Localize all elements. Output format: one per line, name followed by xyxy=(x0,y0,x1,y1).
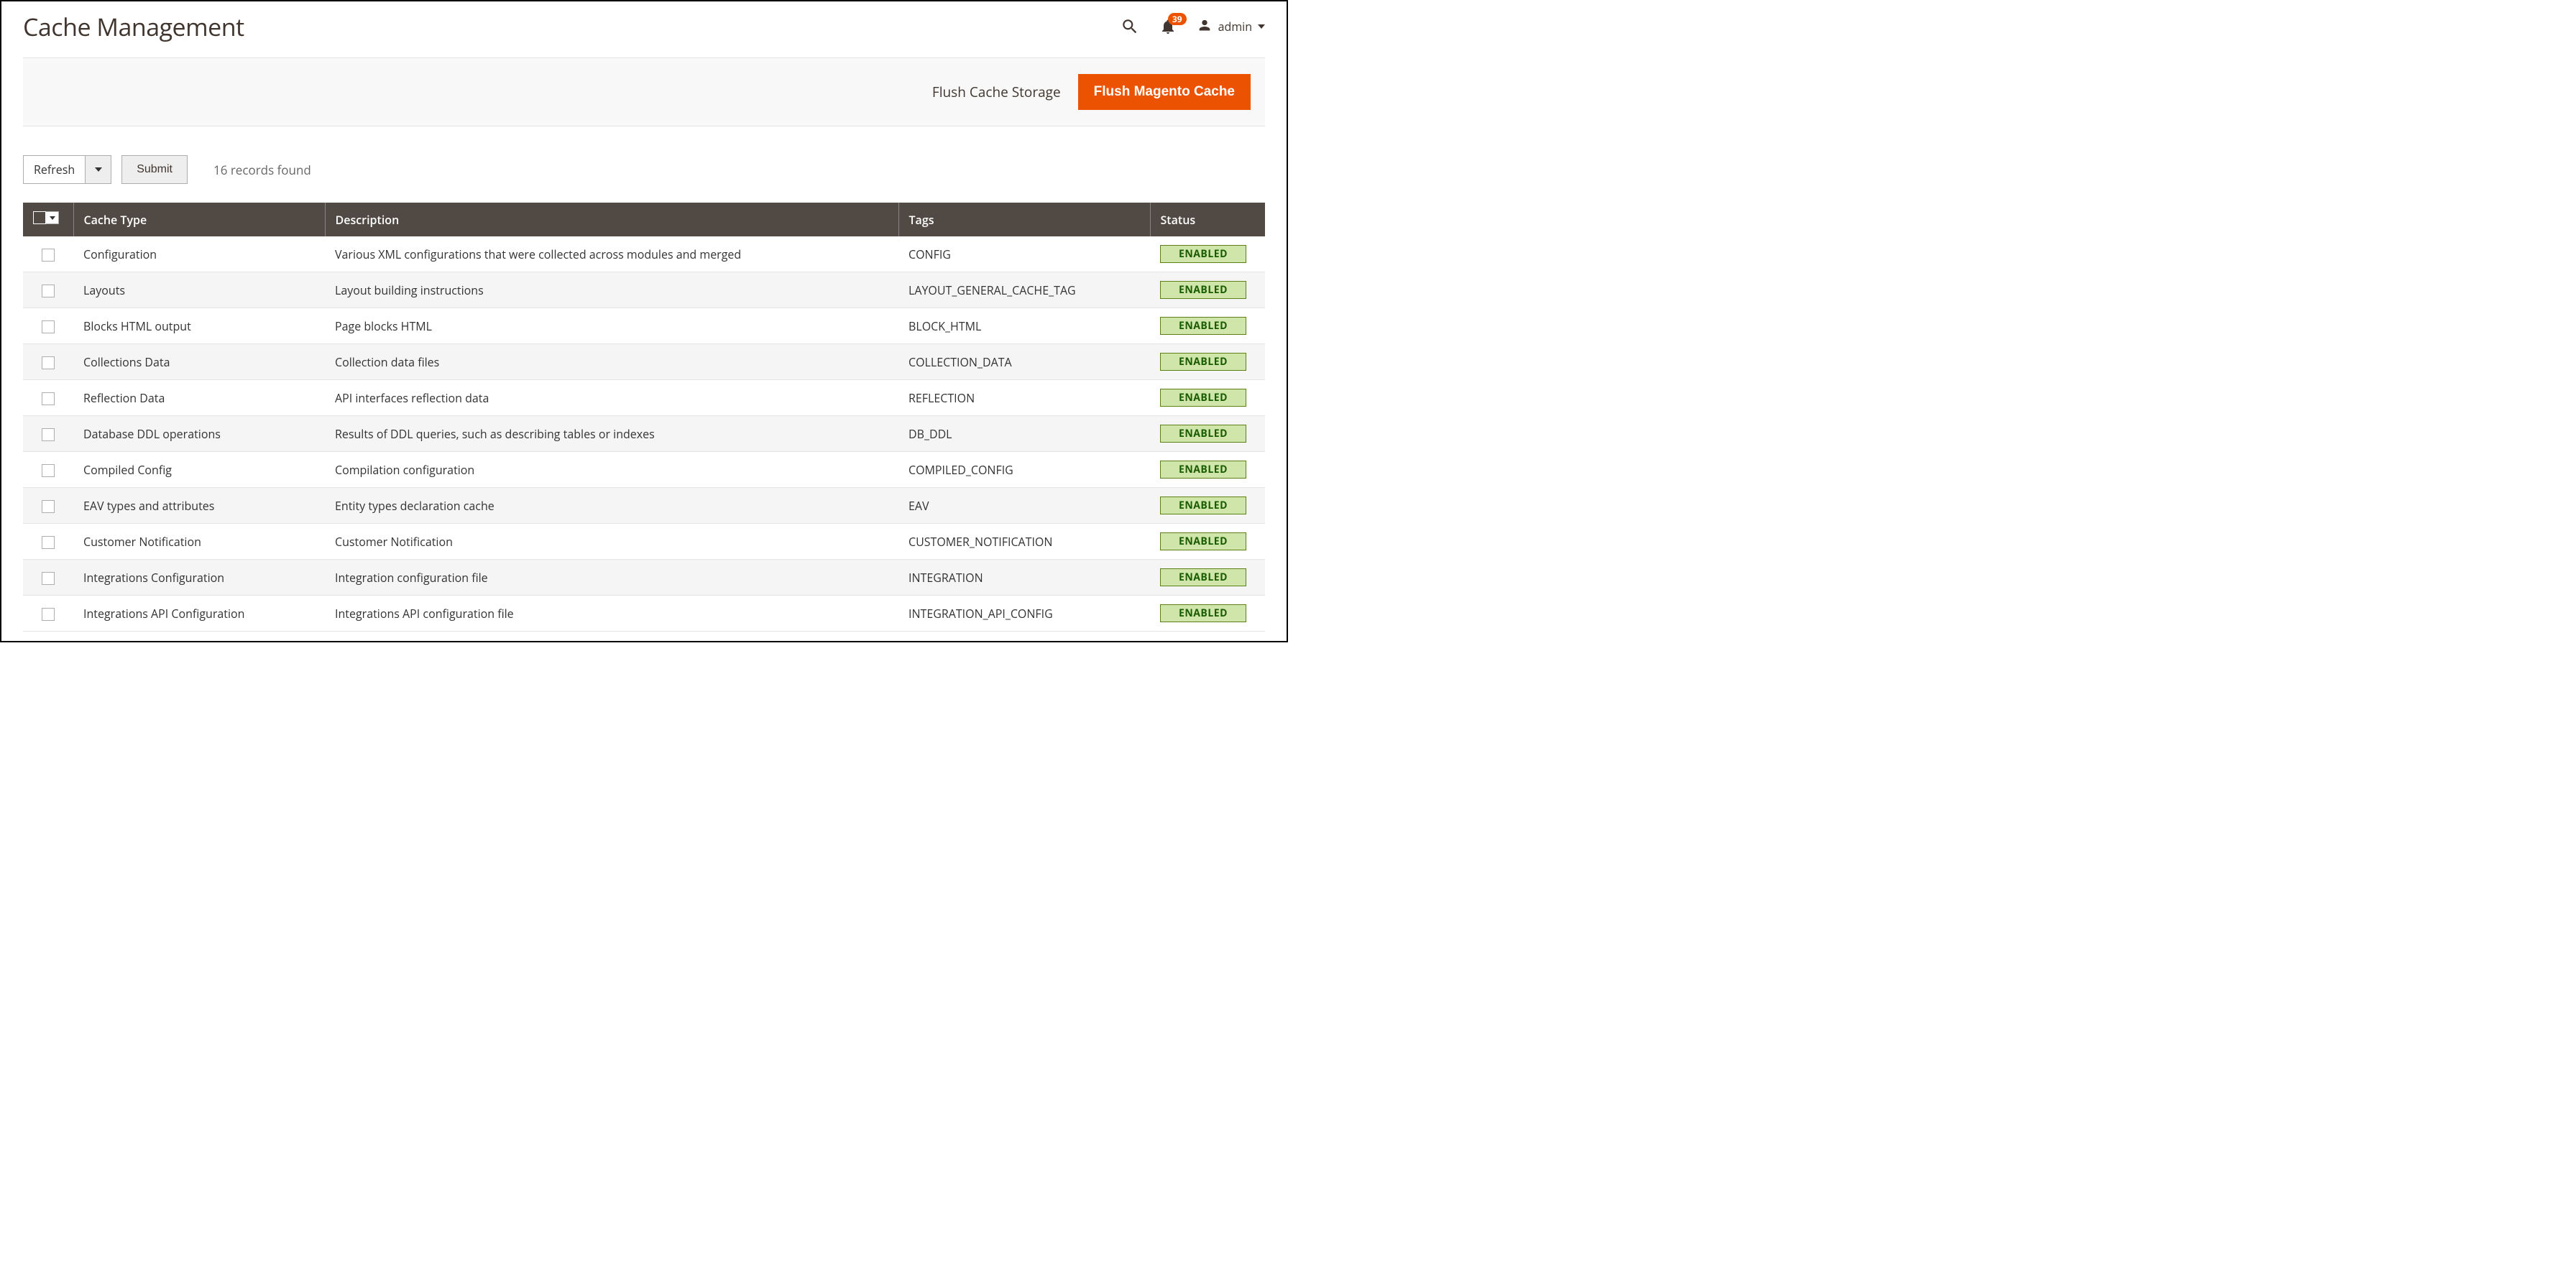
cell-tags: BLOCK_HTML xyxy=(898,308,1150,344)
cell-tags: REFLECTION xyxy=(898,380,1150,416)
table-row[interactable]: Compiled ConfigCompilation configuration… xyxy=(23,452,1265,488)
table-row[interactable]: Integrations ConfigurationIntegration co… xyxy=(23,560,1265,596)
cell-cache-type: Reflection Data xyxy=(73,380,325,416)
cell-cache-type: Customer Notification xyxy=(73,524,325,560)
column-header-cache-type[interactable]: Cache Type xyxy=(73,203,325,236)
cell-tags: INTEGRATION xyxy=(898,560,1150,596)
user-icon xyxy=(1197,19,1213,34)
cell-cache-type: Configuration xyxy=(73,236,325,272)
column-header-select xyxy=(23,203,73,236)
submit-button[interactable]: Submit xyxy=(121,155,188,184)
row-checkbox[interactable] xyxy=(42,608,55,621)
notifications-button[interactable]: 39 xyxy=(1159,17,1177,36)
cell-tags: COMPILED_CONFIG xyxy=(898,452,1150,488)
cell-tags: DB_DDL xyxy=(898,416,1150,452)
cell-description: Page blocks HTML xyxy=(325,308,898,344)
cache-grid: Cache Type Description Tags Status Confi… xyxy=(23,203,1265,632)
row-checkbox[interactable] xyxy=(42,464,55,477)
user-name: admin xyxy=(1218,19,1252,34)
row-checkbox[interactable] xyxy=(42,249,55,262)
status-badge: ENABLED xyxy=(1160,353,1246,371)
cell-description: Integration configuration file xyxy=(325,560,898,596)
column-header-description[interactable]: Description xyxy=(325,203,898,236)
row-checkbox[interactable] xyxy=(42,285,55,297)
records-found: 16 records found xyxy=(213,162,311,178)
status-badge: ENABLED xyxy=(1160,389,1246,407)
grid-controls: Refresh Submit 16 records found xyxy=(1,126,1287,197)
status-badge: ENABLED xyxy=(1160,317,1246,335)
cell-tags: CUSTOMER_NOTIFICATION xyxy=(898,524,1150,560)
page-header: Cache Management 39 admin xyxy=(1,1,1287,57)
row-checkbox[interactable] xyxy=(42,536,55,549)
status-badge: ENABLED xyxy=(1160,281,1246,299)
cell-description: Collection data files xyxy=(325,344,898,380)
table-row[interactable]: LayoutsLayout building instructionsLAYOU… xyxy=(23,272,1265,308)
cell-description: API interfaces reflection data xyxy=(325,380,898,416)
cell-cache-type: Collections Data xyxy=(73,344,325,380)
row-checkbox[interactable] xyxy=(42,320,55,333)
cell-cache-type: Blocks HTML output xyxy=(73,308,325,344)
cell-description: Various XML configurations that were col… xyxy=(325,236,898,272)
select-all-toggle[interactable] xyxy=(33,211,59,224)
status-badge: ENABLED xyxy=(1160,568,1246,586)
cell-description: Customer Notification xyxy=(325,524,898,560)
status-badge: ENABLED xyxy=(1160,461,1246,479)
table-row[interactable]: ConfigurationVarious XML configurations … xyxy=(23,236,1265,272)
search-icon[interactable] xyxy=(1121,17,1139,36)
cell-cache-type: EAV types and attributes xyxy=(73,488,325,524)
table-row[interactable]: Collections DataCollection data filesCOL… xyxy=(23,344,1265,380)
cell-description: Integrations API configuration file xyxy=(325,596,898,632)
header-actions: 39 admin xyxy=(1121,17,1265,36)
status-badge: ENABLED xyxy=(1160,245,1246,263)
table-row[interactable]: Integrations API ConfigurationIntegratio… xyxy=(23,596,1265,632)
table-row[interactable]: Database DDL operationsResults of DDL qu… xyxy=(23,416,1265,452)
table-row[interactable]: Customer NotificationCustomer Notificati… xyxy=(23,524,1265,560)
table-row[interactable]: Blocks HTML outputPage blocks HTMLBLOCK_… xyxy=(23,308,1265,344)
status-badge: ENABLED xyxy=(1160,425,1246,443)
flush-magento-cache-button[interactable]: Flush Magento Cache xyxy=(1078,74,1251,110)
status-badge: ENABLED xyxy=(1160,604,1246,622)
user-menu[interactable]: admin xyxy=(1197,19,1265,34)
cell-cache-type: Layouts xyxy=(73,272,325,308)
flush-cache-storage-button[interactable]: Flush Cache Storage xyxy=(932,83,1061,101)
mass-action-value: Refresh xyxy=(24,156,85,183)
row-checkbox[interactable] xyxy=(42,392,55,405)
column-header-status[interactable]: Status xyxy=(1150,203,1265,236)
cell-tags: INTEGRATION_API_CONFIG xyxy=(898,596,1150,632)
page-title: Cache Management xyxy=(23,10,244,43)
row-checkbox[interactable] xyxy=(42,356,55,369)
row-checkbox[interactable] xyxy=(42,572,55,585)
status-badge: ENABLED xyxy=(1160,496,1246,514)
row-checkbox[interactable] xyxy=(42,428,55,441)
chevron-down-icon xyxy=(85,156,111,183)
cell-tags: COLLECTION_DATA xyxy=(898,344,1150,380)
cell-cache-type: Integrations Configuration xyxy=(73,560,325,596)
cell-description: Results of DDL queries, such as describi… xyxy=(325,416,898,452)
cell-tags: EAV xyxy=(898,488,1150,524)
page-actions-bar: Flush Cache Storage Flush Magento Cache xyxy=(23,57,1265,126)
notification-badge: 39 xyxy=(1168,13,1187,25)
status-badge: ENABLED xyxy=(1160,532,1246,550)
cell-description: Entity types declaration cache xyxy=(325,488,898,524)
cell-cache-type: Database DDL operations xyxy=(73,416,325,452)
cell-cache-type: Compiled Config xyxy=(73,452,325,488)
cell-cache-type: Integrations API Configuration xyxy=(73,596,325,632)
table-row[interactable]: Reflection DataAPI interfaces reflection… xyxy=(23,380,1265,416)
chevron-down-icon xyxy=(46,211,59,224)
cell-description: Compilation configuration xyxy=(325,452,898,488)
cell-description: Layout building instructions xyxy=(325,272,898,308)
mass-action-select[interactable]: Refresh xyxy=(23,155,111,184)
checkbox-icon xyxy=(33,211,46,224)
cell-tags: CONFIG xyxy=(898,236,1150,272)
cell-tags: LAYOUT_GENERAL_CACHE_TAG xyxy=(898,272,1150,308)
chevron-down-icon xyxy=(1258,24,1265,29)
table-row[interactable]: EAV types and attributesEntity types dec… xyxy=(23,488,1265,524)
row-checkbox[interactable] xyxy=(42,500,55,513)
column-header-tags[interactable]: Tags xyxy=(898,203,1150,236)
